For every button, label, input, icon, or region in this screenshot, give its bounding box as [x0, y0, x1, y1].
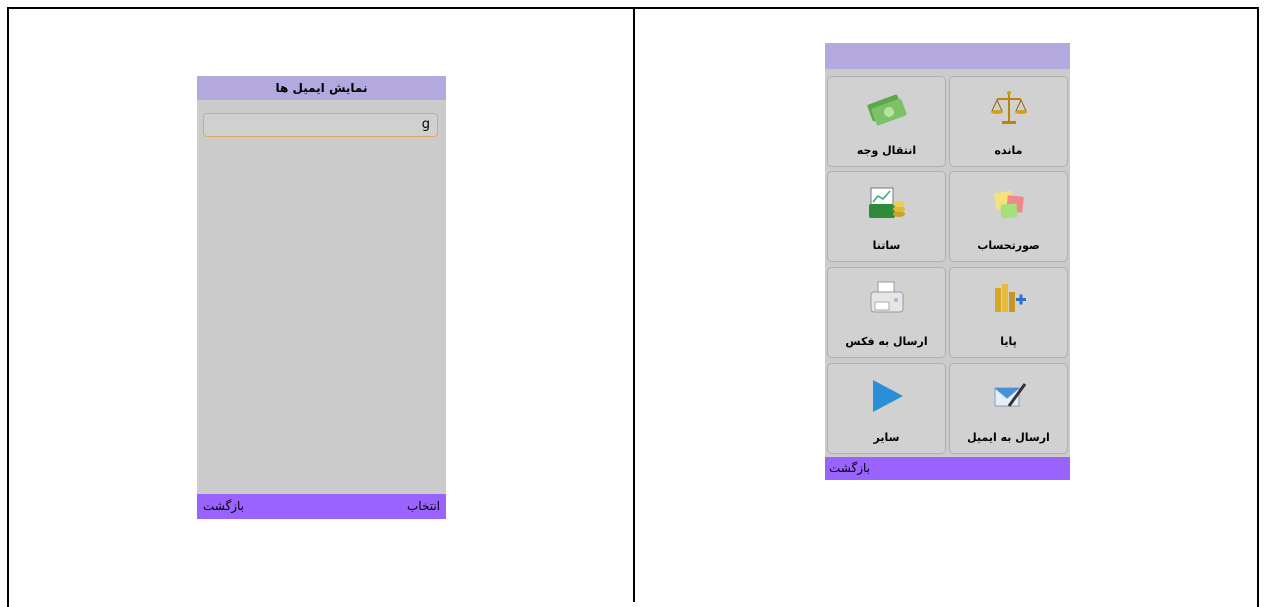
- tile-statement[interactable]: صورتحساب: [949, 171, 1068, 262]
- tile-transfer[interactable]: انتقال وجه: [827, 76, 946, 167]
- chart-coins-icon: [828, 184, 945, 224]
- tile-paya[interactable]: پایا: [949, 267, 1068, 358]
- tile-label: ساتنا: [872, 239, 901, 252]
- coins-plus-icon: [950, 280, 1067, 320]
- scales-icon: [950, 89, 1067, 129]
- softkey-bar: بازگشت: [825, 457, 1070, 480]
- tile-balance[interactable]: مانده: [949, 76, 1068, 167]
- select-softkey[interactable]: انتخاب: [407, 494, 440, 519]
- tile-label: انتقال وجه: [856, 144, 917, 157]
- tile-label: مانده: [994, 144, 1023, 157]
- tile-label: سایر: [873, 431, 900, 444]
- back-softkey[interactable]: بازگشت: [203, 494, 244, 519]
- tile-send-email[interactable]: ارسال به ایمیل: [949, 363, 1068, 454]
- tile-label: صورتحساب: [977, 239, 1040, 252]
- tile-label: پایا: [1000, 335, 1017, 348]
- main-menu-screen: مانده انتقال وجه صورتحساب ساتنا پایا ارس…: [825, 43, 1070, 480]
- fax-icon: [828, 280, 945, 320]
- back-softkey[interactable]: بازگشت: [829, 457, 870, 480]
- statement-notes-icon: [950, 184, 1067, 224]
- tile-other[interactable]: سایر: [827, 363, 946, 454]
- email-input[interactable]: g: [203, 113, 438, 137]
- play-arrow-icon: [828, 376, 945, 416]
- tile-send-fax[interactable]: ارسال به فکس: [827, 267, 946, 358]
- money-icon: [828, 89, 945, 129]
- tile-satna[interactable]: ساتنا: [827, 171, 946, 262]
- column-divider: [633, 7, 635, 602]
- tile-label: ارسال به فکس: [845, 335, 928, 348]
- tile-label: ارسال به ایمیل: [967, 431, 1050, 444]
- screen-title-bar: [825, 43, 1070, 69]
- screen-title: نمایش ایمیل ها: [197, 76, 446, 100]
- email-pen-icon: [950, 376, 1067, 416]
- softkey-bar: بازگشت انتخاب: [197, 494, 446, 519]
- email-list-screen: نمایش ایمیل ها g بازگشت انتخاب: [197, 76, 446, 519]
